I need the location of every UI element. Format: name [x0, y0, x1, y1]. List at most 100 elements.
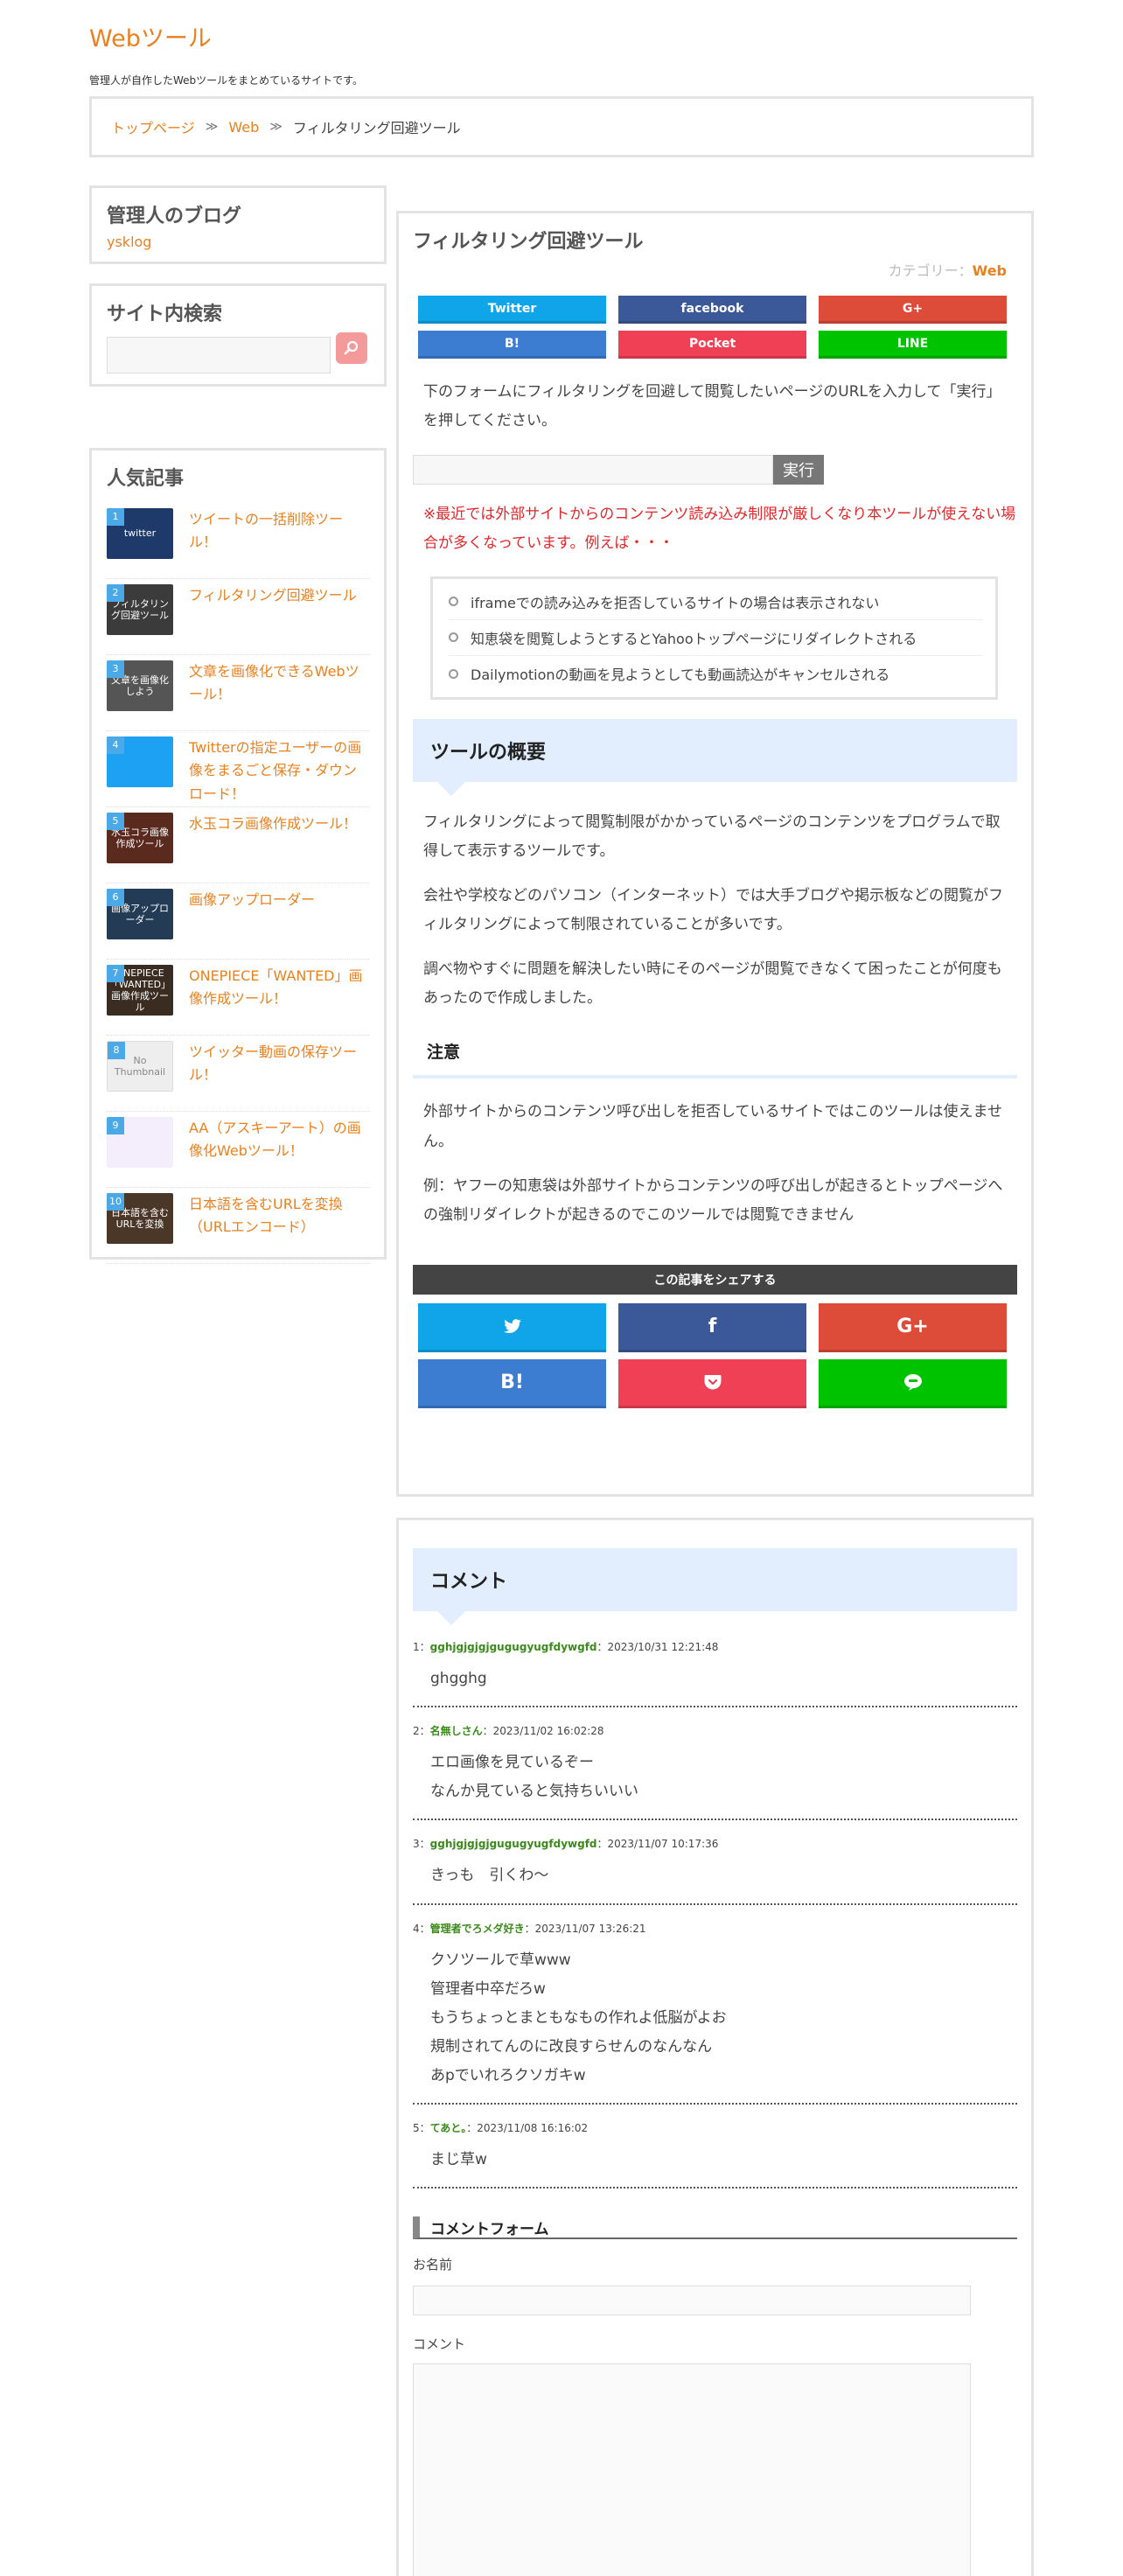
share-buttons-bottom: f G+ B!: [418, 1302, 1017, 1408]
comment-author: てあと。: [429, 2122, 467, 2135]
comment-number: 1：: [413, 1641, 430, 1653]
popular-item-title[interactable]: 日本語を含むURLを変換（URLエンコード）: [189, 1193, 369, 1263]
comment-item: 4：管理者でろメダ好き：2023/11/07 13:26:21 クソツールで草ww…: [413, 1905, 1017, 2105]
note-paragraph: 例：ヤフーの知恵袋は外部サイトからコンテンツの呼び出しが起きるとトップページへの…: [423, 1176, 1003, 1224]
popular-item-title[interactable]: ツイートの一括削除ツール！: [189, 508, 369, 578]
google-plus-icon: G+: [896, 1315, 929, 1337]
article-category: カテゴリー：Web: [413, 259, 1007, 280]
comment-list: 1：gghjgjgjgjgugugyugfdywgfd：2023/10/31 1…: [413, 1623, 1017, 2189]
comment-header: 4：管理者でろメダ好き：2023/11/07 13:26:21: [413, 1921, 1017, 1936]
site-search-input[interactable]: [107, 337, 331, 373]
share-google-plus-button[interactable]: G+: [819, 296, 1007, 324]
popular-list-item[interactable]: 7 ONEPIECE「WANTED」画像作成ツール ONEPIECE「WANTED」…: [107, 960, 369, 1036]
popular-list-item[interactable]: 1 twitter ツイートの一括削除ツール！: [107, 503, 369, 579]
comment-header: 3：gghjgjgjgjgugugyugfdywgfd：2023/11/07 1…: [413, 1836, 1017, 1851]
popular-list-item[interactable]: 2 フィルタリング回避ツール フィルタリング回避ツール: [107, 579, 369, 655]
popular-list-item[interactable]: 6 画像アップローダー 画像アップローダー: [107, 883, 369, 960]
popular-item-title[interactable]: Twitterの指定ユーザーの画像をまるごと保存・ダウンロード！: [189, 736, 369, 806]
popular-thumbnail[interactable]: 4: [107, 736, 173, 787]
site-description: 管理人が自作したWebツールをまとめているサイトです。: [89, 74, 363, 87]
popular-rank-badge: 1: [107, 508, 124, 526]
share-buttons-top: Twitter facebook G+ B! Pocket LINE: [418, 296, 1017, 359]
popular-list-item[interactable]: 5 水玉コラ画像作成ツール 水玉コラ画像作成ツール！: [107, 807, 369, 883]
share-facebook-button[interactable]: facebook: [618, 296, 806, 324]
comment-date: ：2023/11/07 13:26:21: [524, 1922, 646, 1935]
popular-item-title[interactable]: 水玉コラ画像作成ツール！: [189, 813, 357, 883]
site-title[interactable]: Webツール: [89, 19, 212, 53]
share-twitter-button[interactable]: Twitter: [418, 296, 606, 324]
search-widget-title: サイト内検索: [107, 304, 223, 325]
list-item: iframeでの読み込みを拒否しているサイトの場合は表示されない: [449, 584, 983, 620]
tool-form: 実行: [413, 455, 1017, 485]
popular-item-title[interactable]: 文章を画像化できるWebツール！: [189, 660, 369, 730]
share-pocket-button[interactable]: Pocket: [618, 331, 806, 359]
comment-line: あpでいれろクソガキw: [430, 2067, 586, 2085]
comment-body: エロ画像を見ているぞー なんか見ていると気持ちいいい: [430, 1749, 1017, 1806]
breadcrumb: トップページ ≫ Web ≫ フィルタリング回避ツール: [89, 96, 1034, 157]
popular-thumbnail[interactable]: 7 ONEPIECE「WANTED」画像作成ツール: [107, 965, 173, 1016]
popular-list-item[interactable]: 9 AA（アスキーアート）の画像化Webツール！: [107, 1112, 369, 1188]
comment-form-title: コメントフォーム: [413, 2216, 1017, 2240]
share-line-button[interactable]: LINE: [819, 331, 1007, 359]
blog-link[interactable]: ysklog: [107, 234, 369, 250]
popular-rank-badge: 9: [107, 1117, 124, 1134]
overview-heading: ツールの概要: [413, 718, 1017, 796]
comment-header: 2：名無しさん：2023/11/02 16:02:28: [413, 1723, 1017, 1738]
blog-widget-title: 管理人のブログ: [107, 206, 242, 227]
popular-widget: 人気記事 1 twitter ツイートの一括削除ツール！ 2 フィルタリング回避ツールフ…: [89, 448, 387, 1264]
share-twitter-icon-button[interactable]: [418, 1302, 606, 1352]
comment-item: 2：名無しさん：2023/11/02 16:02:28 エロ画像を見ているぞー なん…: [413, 1707, 1017, 1821]
url-input[interactable]: [413, 455, 773, 485]
popular-list-item[interactable]: 10 日本語を含むURLを変換 日本語を含むURLを変換（URLエンコード）: [107, 1188, 369, 1264]
article-title: フィルタリング回避ツール: [413, 231, 644, 253]
share-hatena-button[interactable]: B!: [418, 331, 606, 359]
site-search-button[interactable]: [336, 332, 367, 364]
comment-line: 管理者中卒だろw: [430, 1979, 546, 1998]
share-pocket-icon-button[interactable]: [618, 1358, 806, 1408]
popular-thumbnail[interactable]: 9: [107, 1117, 173, 1168]
breadcrumb-home-link[interactable]: トップページ: [111, 116, 195, 137]
popular-item-title[interactable]: ツイッター動画の保存ツール！: [189, 1041, 369, 1111]
search-widget: サイト内検索: [89, 283, 387, 387]
popular-thumbnail[interactable]: 5 水玉コラ画像作成ツール: [107, 813, 173, 863]
popular-item-title[interactable]: 画像アップローダー: [189, 889, 315, 959]
popular-rank-badge: 10: [107, 1193, 124, 1211]
comment-line: きっも 引くわ〜: [430, 1867, 549, 1885]
comment-date: ：2023/11/02 16:02:28: [482, 1725, 604, 1738]
comment-textarea[interactable]: [413, 2363, 971, 2576]
comment-line: なんか見ていると気持ちいいい: [430, 1783, 638, 1801]
share-hatena-icon-button[interactable]: B!: [418, 1358, 606, 1408]
popular-item-title[interactable]: AA（アスキーアート）の画像化Webツール！: [189, 1117, 369, 1187]
popular-thumbnail[interactable]: 8 No Thumbnail: [107, 1041, 173, 1092]
breadcrumb-current: フィルタリング回避ツール: [292, 120, 461, 136]
comment-line: クソツールで草www: [430, 1951, 571, 1969]
note-heading: 注意: [413, 1039, 1017, 1079]
popular-list: 1 twitter ツイートの一括削除ツール！ 2 フィルタリング回避ツール フィルタリン…: [107, 503, 369, 1264]
share-facebook-icon-button[interactable]: f: [618, 1302, 806, 1352]
share-google-plus-icon-button[interactable]: G+: [819, 1302, 1007, 1352]
list-item: Dailymotionの動画を見ようとしても動画読込がキャンセルされる: [449, 656, 983, 692]
category-link[interactable]: Web: [973, 262, 1007, 279]
popular-thumbnail[interactable]: 3 文章を画像化しよう: [107, 660, 173, 711]
blog-widget: 管理人のブログ ysklog: [89, 185, 387, 264]
popular-thumbnail[interactable]: 1 twitter: [107, 508, 173, 559]
popular-rank-badge: 3: [107, 660, 124, 678]
comment-line: 規制されてんのに改良すらせんのなんなん: [430, 2037, 713, 2056]
comment-number: 4：: [413, 1922, 430, 1935]
popular-thumbnail[interactable]: 6 画像アップローダー: [107, 889, 173, 939]
category-label: カテゴリー：: [888, 262, 973, 279]
popular-list-item[interactable]: 8 No Thumbnail ツイッター動画の保存ツール！: [107, 1036, 369, 1112]
share-line-icon-button[interactable]: [819, 1358, 1007, 1408]
comment-date: ：2023/11/08 16:16:02: [466, 2122, 589, 2135]
popular-thumbnail[interactable]: 10 日本語を含むURLを変換: [107, 1193, 173, 1244]
breadcrumb-category-link[interactable]: Web: [228, 119, 259, 136]
popular-list-item[interactable]: 3 文章を画像化しよう 文章を画像化できるWebツール！: [107, 655, 369, 731]
popular-list-item[interactable]: 4 Twitterの指定ユーザーの画像をまるごと保存・ダウンロード！: [107, 731, 369, 807]
popular-item-title[interactable]: フィルタリング回避ツール: [189, 584, 357, 654]
exec-button[interactable]: 実行: [773, 455, 824, 485]
name-input[interactable]: [413, 2286, 971, 2316]
comment-body: きっも 引くわ〜: [430, 1861, 1017, 1890]
popular-thumbnail[interactable]: 2 フィルタリング回避ツール: [107, 584, 173, 635]
name-label: お名前: [413, 2257, 453, 2273]
popular-item-title[interactable]: ONEPIECE「WANTED」画像作成ツール！: [189, 965, 369, 1035]
